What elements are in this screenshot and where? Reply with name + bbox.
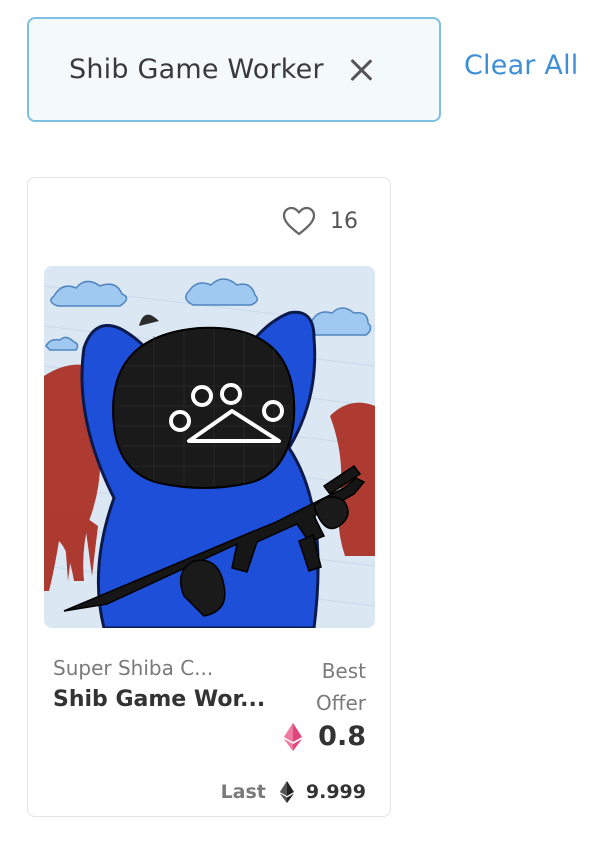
last-sale: Last 9.999	[221, 781, 366, 803]
filter-chip-label: Shib Game Worker	[69, 54, 324, 85]
collection-name[interactable]: Super Shiba C...	[53, 656, 213, 680]
last-sale-label: Last	[220, 781, 266, 803]
active-filter-chip: Shib Game Worker	[27, 17, 441, 122]
best-offer-price: 0.8	[284, 721, 366, 752]
heart-icon	[282, 206, 316, 236]
nft-image[interactable]	[44, 266, 375, 628]
favorites-count: 16	[330, 208, 358, 234]
favorite-button[interactable]: 16	[282, 206, 358, 236]
eth-black-icon	[279, 781, 294, 803]
item-name[interactable]: Shib Game Wor...	[53, 687, 265, 712]
eth-pink-icon	[284, 722, 303, 751]
clear-all-link[interactable]: Clear All	[464, 50, 578, 81]
best-offer-label: Best Offer	[276, 655, 366, 719]
nft-card[interactable]: 16 Super Shiba C... Shib Game Wor... Bes…	[27, 177, 391, 817]
best-offer-label-line2: Offer	[315, 691, 366, 715]
price-value: 0.8	[318, 721, 366, 752]
close-icon[interactable]	[348, 57, 374, 83]
best-offer-label-line1: Best	[321, 659, 366, 683]
last-sale-value: 9.999	[305, 781, 366, 803]
